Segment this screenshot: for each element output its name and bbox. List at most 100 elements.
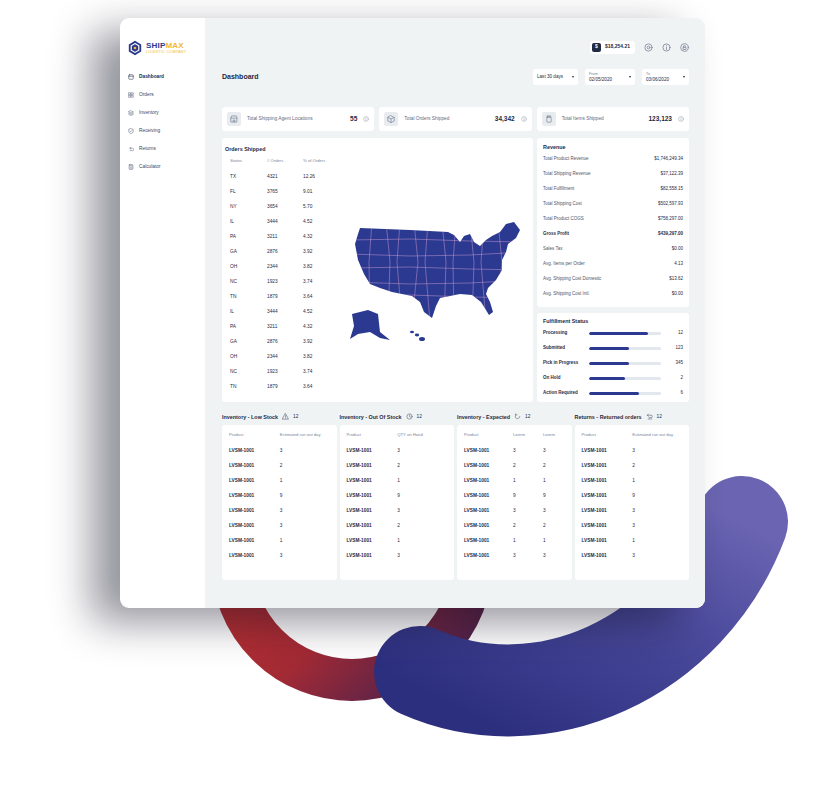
table-cell: LVSM-1001 [582, 492, 633, 499]
bottom-row: Inventory - Low Stock12ProductEstimated … [222, 408, 689, 580]
info-icon[interactable] [662, 43, 671, 52]
main-area: $ $18,254.21 Dashboard Last 30 days From02/0… [205, 18, 705, 608]
table-row[interactable]: LVSM-10013 [582, 518, 684, 533]
table-cell: 3211 [267, 233, 303, 240]
range-value[interactable]: Last 30 days [537, 74, 563, 81]
table-row[interactable]: LVSM-10019 [229, 488, 331, 503]
table-row[interactable]: IL34444.52 [230, 304, 341, 319]
page-title: Dashboard [222, 73, 259, 81]
table-row[interactable]: LVSM-100133 [464, 443, 566, 458]
table-row[interactable]: LVSM-10012 [582, 458, 684, 473]
balance[interactable]: $ $18,254.21 [590, 41, 635, 54]
table-row[interactable]: NY36545.70 [230, 199, 341, 214]
table-row[interactable]: LVSM-10011 [347, 533, 449, 548]
table-row[interactable]: LVSM-10013 [582, 503, 684, 518]
to-date[interactable]: To03/06/2020 [642, 69, 689, 85]
table-row[interactable]: LVSM-10013 [229, 518, 331, 533]
table-row[interactable]: LVSM-100199 [464, 488, 566, 503]
table-row[interactable]: LVSM-10013 [347, 443, 449, 458]
table-row[interactable]: PA32114.32 [230, 229, 341, 244]
info-icon [363, 116, 369, 122]
sidebar-label[interactable]: Dashboard [139, 73, 164, 80]
progress-fill [589, 377, 625, 380]
returns-icon [128, 146, 134, 152]
table-row[interactable]: TN18793.64 [230, 379, 341, 394]
sidebar-label[interactable]: Receiving [139, 127, 160, 134]
sidebar-item[interactable]: Dashboard [127, 68, 201, 86]
table-row[interactable]: LVSM-100122 [464, 458, 566, 473]
revenue-value: $0.00 [672, 246, 683, 253]
table-cell: LVSM-1001 [347, 537, 398, 544]
table-cell: 1 [632, 537, 683, 544]
sidebar-item[interactable]: Returns [127, 140, 201, 158]
table-row[interactable]: LVSM-100133 [464, 503, 566, 518]
currency-badge[interactable]: $ [592, 43, 601, 52]
sidebar-item[interactable]: Inventory [127, 104, 201, 122]
table-row[interactable]: PA32114.32 [230, 319, 341, 334]
column-header: QTY on Hand [397, 432, 448, 438]
table-row[interactable]: NC19233.74 [230, 364, 341, 379]
revenue-row: Total Product COGS$758,297.00 [543, 212, 683, 227]
sidebar-label[interactable]: Orders [139, 91, 154, 98]
logo-name: SHIPMAX [146, 42, 186, 50]
table-cell: 3765 [267, 188, 303, 195]
table-row[interactable]: LVSM-10011 [347, 473, 449, 488]
range-select[interactable]: Last 30 days [533, 69, 578, 85]
table-row[interactable]: FL37659.01 [230, 184, 341, 199]
table-row[interactable]: NC19233.74 [230, 274, 341, 289]
table-row[interactable]: TN18793.64 [230, 289, 341, 304]
sidebar-label[interactable]: Inventory [139, 109, 159, 116]
table-row[interactable]: OH23443.82 [230, 349, 341, 364]
balance-amount[interactable]: $18,254.21 [605, 43, 630, 51]
table-row[interactable]: LVSM-10013 [347, 503, 449, 518]
list-panel: Inventory - Expected12ProductLoremLoremL… [457, 408, 572, 580]
sidebar-item[interactable]: Calculator [127, 158, 201, 176]
table-row[interactable]: LVSM-10011 [582, 533, 684, 548]
table-row[interactable]: LVSM-10013 [229, 548, 331, 563]
table-row[interactable]: LVSM-100111 [464, 533, 566, 548]
table-cell: TX [230, 173, 267, 180]
top-bar: $ $18,254.21 [222, 40, 689, 54]
table-row[interactable]: LVSM-10013 [582, 443, 684, 458]
table-row[interactable]: TX432112.26 [230, 169, 341, 184]
revenue-label: Total Fulfillment [543, 186, 574, 193]
table-cell: 2 [397, 522, 448, 529]
caret-icon [629, 76, 631, 78]
table-row[interactable]: LVSM-10011 [229, 473, 331, 488]
table-row[interactable]: LVSM-10013 [347, 548, 449, 563]
sidebar-label[interactable]: Returns [139, 145, 156, 152]
status-count: 345 [665, 360, 683, 367]
table-row[interactable]: LVSM-10012 [347, 458, 449, 473]
table-row[interactable]: LVSM-100133 [464, 548, 566, 563]
table-row[interactable]: GA28763.92 [230, 244, 341, 259]
lock-icon[interactable] [680, 43, 689, 52]
table-row[interactable]: IL34444.52 [230, 214, 341, 229]
table-row[interactable]: LVSM-10013 [582, 548, 684, 563]
table-row[interactable]: LVSM-10019 [582, 488, 684, 503]
table-row[interactable]: LVSM-10012 [347, 518, 449, 533]
table-row[interactable]: LVSM-100122 [464, 518, 566, 533]
sidebar-item[interactable]: Orders [127, 86, 201, 104]
sidebar-item[interactable]: Receiving [127, 122, 201, 140]
table-row[interactable]: LVSM-10013 [229, 443, 331, 458]
status-row: On Hold2 [543, 371, 683, 386]
table-row[interactable]: LVSM-10019 [347, 488, 449, 503]
to-value[interactable]: 03/06/2020 [646, 77, 669, 83]
from-date[interactable]: From02/05/2020 [585, 69, 635, 85]
from-value[interactable]: 02/05/2020 [589, 77, 612, 83]
table-row[interactable]: LVSM-10011 [229, 533, 331, 548]
table-row[interactable]: LVSM-10012 [229, 458, 331, 473]
table-row[interactable]: OH23443.82 [230, 259, 341, 274]
table-row[interactable]: LVSM-10011 [582, 473, 684, 488]
table-cell: 3 [543, 507, 566, 514]
table-cell: TN [230, 383, 267, 390]
table-cell: 9 [280, 492, 331, 499]
table-row[interactable]: LVSM-10013 [229, 503, 331, 518]
gear-icon[interactable] [644, 43, 653, 52]
sidebar-label[interactable]: Calculator [139, 163, 161, 170]
warning-icon [282, 413, 289, 420]
orders-body: States# Orders% of OrdersTX432112.26FL37… [225, 154, 533, 402]
table-row[interactable]: LVSM-100111 [464, 473, 566, 488]
revenue-label: Total Product COGS [543, 216, 584, 223]
table-row[interactable]: GA28763.92 [230, 334, 341, 349]
